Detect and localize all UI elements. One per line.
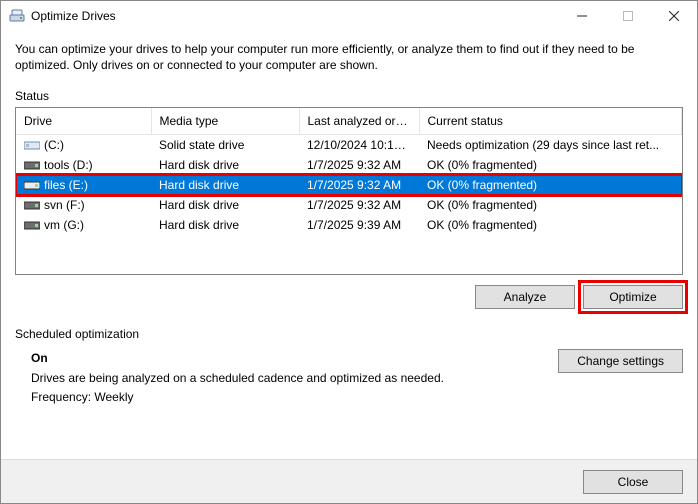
drive-status: OK (0% fragmented)	[419, 155, 682, 175]
action-buttons: Analyze Optimize	[15, 285, 683, 309]
drive-status: Needs optimization (29 days since last r…	[419, 135, 682, 155]
app-icon	[9, 8, 25, 24]
content-area: You can optimize your drives to help you…	[1, 31, 697, 407]
drive-last: 1/7/2025 9:32 AM	[299, 195, 419, 215]
drive-last: 1/7/2025 9:32 AM	[299, 175, 419, 195]
column-header-row: Drive Media type Last analyzed or o... C…	[16, 108, 682, 135]
window-title: Optimize Drives	[31, 9, 559, 23]
table-row[interactable]: tools (D:) Hard disk drive 1/7/2025 9:32…	[16, 155, 682, 175]
drive-last: 1/7/2025 9:39 AM	[299, 215, 419, 235]
drive-status: OK (0% fragmented)	[419, 215, 682, 235]
drive-media: Hard disk drive	[151, 215, 299, 235]
close-window-button[interactable]	[651, 1, 697, 31]
analyze-button[interactable]: Analyze	[475, 285, 575, 309]
table-row-selected[interactable]: files (E:) Hard disk drive 1/7/2025 9:32…	[16, 175, 682, 195]
drive-media: Hard disk drive	[151, 195, 299, 215]
drive-list[interactable]: Drive Media type Last analyzed or o... C…	[15, 107, 683, 275]
minimize-button[interactable]	[559, 1, 605, 31]
bottom-bar: Close	[1, 459, 697, 503]
table-row[interactable]: svn (F:) Hard disk drive 1/7/2025 9:32 A…	[16, 195, 682, 215]
schedule-desc: Drives are being analyzed on a scheduled…	[31, 371, 444, 385]
close-button[interactable]: Close	[583, 470, 683, 494]
drive-name: vm (G:)	[44, 218, 84, 232]
intro-text: You can optimize your drives to help you…	[15, 41, 683, 73]
col-current[interactable]: Current status	[419, 108, 682, 135]
drive-last: 1/7/2025 9:32 AM	[299, 155, 419, 175]
schedule-freq: Frequency: Weekly	[31, 390, 134, 404]
drive-status: OK (0% fragmented)	[419, 175, 682, 195]
drive-media: Hard disk drive	[151, 155, 299, 175]
drive-status: OK (0% fragmented)	[419, 195, 682, 215]
drive-name: files (E:)	[44, 178, 88, 192]
status-label: Status	[15, 89, 683, 103]
maximize-button[interactable]	[605, 1, 651, 31]
scheduled-heading: Scheduled optimization	[15, 327, 683, 341]
hdd-icon	[24, 159, 40, 171]
hdd-icon	[24, 179, 40, 191]
col-drive[interactable]: Drive	[16, 108, 151, 135]
scheduled-section: Scheduled optimization On Drives are bei…	[15, 327, 683, 407]
table-row[interactable]: (C:) Solid state drive 12/10/2024 10:15 …	[16, 135, 682, 155]
drive-media: Hard disk drive	[151, 175, 299, 195]
titlebar: Optimize Drives	[1, 1, 697, 31]
drive-last: 12/10/2024 10:15 A...	[299, 135, 419, 155]
schedule-state: On	[31, 351, 48, 365]
col-last[interactable]: Last analyzed or o...	[299, 108, 419, 135]
drive-name: (C:)	[44, 138, 64, 152]
optimize-button[interactable]: Optimize	[583, 285, 683, 309]
ssd-icon	[24, 139, 40, 151]
drive-media: Solid state drive	[151, 135, 299, 155]
col-media[interactable]: Media type	[151, 108, 299, 135]
drive-name: tools (D:)	[44, 158, 93, 172]
hdd-icon	[24, 199, 40, 211]
drive-name: svn (F:)	[44, 198, 85, 212]
change-settings-button[interactable]: Change settings	[558, 349, 683, 373]
hdd-icon	[24, 219, 40, 231]
table-row[interactable]: vm (G:) Hard disk drive 1/7/2025 9:39 AM…	[16, 215, 682, 235]
